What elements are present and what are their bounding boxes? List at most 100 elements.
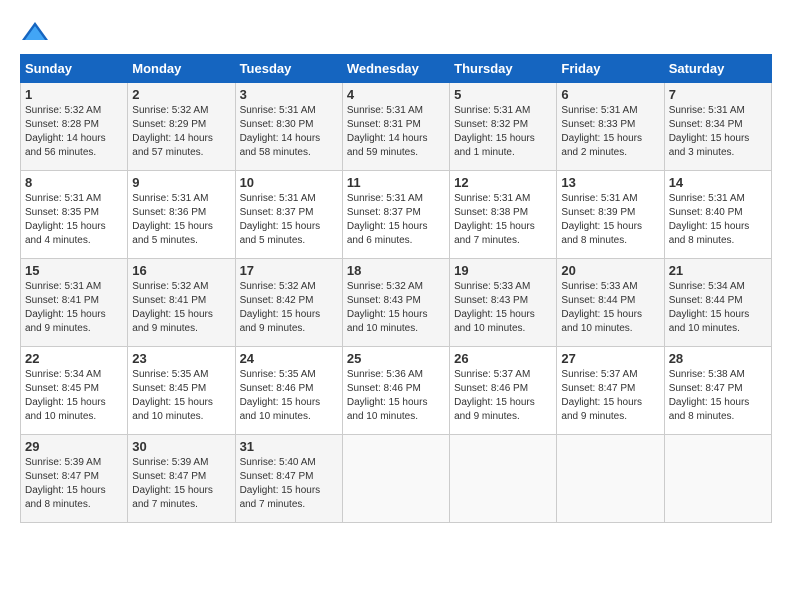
day-number: 13 (561, 175, 659, 190)
calendar-cell-20: 20Sunrise: 5:33 AM Sunset: 8:44 PM Dayli… (557, 259, 664, 347)
calendar-cell-25: 25 Sunrise: 5:36 AM Sunset: 8:46 PM Dayli… (342, 347, 449, 435)
calendar-cell-16: 16 Sunrise: 5:32 AM Sunset: 8:41 PM Dayli… (128, 259, 235, 347)
calendar-cell-29: 29 Sunrise: 5:39 AM Sunset: 8:47 PM Dayli… (21, 435, 128, 523)
calendar-week-1: 1 Sunrise: 5:32 AM Sunset: 8:28 PM Daylig… (21, 83, 772, 171)
calendar-cell-31: 31 Sunrise: 5:40 AM Sunset: 8:47 PM Dayli… (235, 435, 342, 523)
day-number: 30 (132, 439, 230, 454)
calendar-cell-empty (342, 435, 449, 523)
day-number: 29 (25, 439, 123, 454)
day-info: Sunrise: 5:34 AM Sunset: 8:44 PM Dayligh… (669, 280, 767, 336)
calendar-cell-30: 30 Sunrise: 5:39 AM Sunset: 8:47 PM Dayli… (128, 435, 235, 523)
day-info: Sunrise: 5:32 AM Sunset: 8:41 PM Dayligh… (132, 280, 230, 336)
calendar-cell-27: 27Sunrise: 5:37 AM Sunset: 8:47 PM Dayli… (557, 347, 664, 435)
weekday-header-thursday: Thursday (450, 55, 557, 83)
day-number: 4 (347, 87, 445, 102)
weekday-header-row: SundayMondayTuesdayWednesdayThursdayFrid… (21, 55, 772, 83)
day-number: 24 (240, 351, 338, 366)
day-number: 16 (132, 263, 230, 278)
day-number: 22 (25, 351, 123, 366)
weekday-header-tuesday: Tuesday (235, 55, 342, 83)
calendar-week-5: 29 Sunrise: 5:39 AM Sunset: 8:47 PM Dayli… (21, 435, 772, 523)
day-number: 8 (25, 175, 123, 190)
day-info: Sunrise: 5:38 AM Sunset: 8:47 PM Dayligh… (669, 368, 767, 424)
day-number: 6 (561, 87, 659, 102)
calendar-cell-17: 17 Sunrise: 5:32 AM Sunset: 8:42 PM Dayli… (235, 259, 342, 347)
day-info: Sunrise: 5:35 AM Sunset: 8:45 PM Dayligh… (132, 368, 230, 424)
day-info: Sunrise: 5:35 AM Sunset: 8:46 PM Dayligh… (240, 368, 338, 424)
calendar-cell-1: 1 Sunrise: 5:32 AM Sunset: 8:28 PM Daylig… (21, 83, 128, 171)
day-number: 25 (347, 351, 445, 366)
day-info: Sunrise: 5:31 AM Sunset: 8:33 PM Dayligh… (561, 104, 659, 160)
day-info: Sunrise: 5:31 AM Sunset: 8:34 PM Dayligh… (669, 104, 767, 160)
day-info: Sunrise: 5:32 AM Sunset: 8:43 PM Dayligh… (347, 280, 445, 336)
calendar-cell-8: 8 Sunrise: 5:31 AM Sunset: 8:35 PM Daylig… (21, 171, 128, 259)
day-number: 10 (240, 175, 338, 190)
calendar-cell-11: 11 Sunrise: 5:31 AM Sunset: 8:37 PM Dayli… (342, 171, 449, 259)
day-number: 11 (347, 175, 445, 190)
calendar-cell-empty (450, 435, 557, 523)
day-info: Sunrise: 5:34 AM Sunset: 8:45 PM Dayligh… (25, 368, 123, 424)
calendar-cell-10: 10 Sunrise: 5:31 AM Sunset: 8:37 PM Dayli… (235, 171, 342, 259)
day-number: 7 (669, 87, 767, 102)
day-number: 12 (454, 175, 552, 190)
day-info: Sunrise: 5:31 AM Sunset: 8:30 PM Dayligh… (240, 104, 338, 160)
calendar-week-3: 15Sunrise: 5:31 AM Sunset: 8:41 PM Dayli… (21, 259, 772, 347)
day-number: 23 (132, 351, 230, 366)
day-info: Sunrise: 5:31 AM Sunset: 8:37 PM Dayligh… (347, 192, 445, 248)
day-info: Sunrise: 5:32 AM Sunset: 8:42 PM Dayligh… (240, 280, 338, 336)
calendar-cell-22: 22 Sunrise: 5:34 AM Sunset: 8:45 PM Dayli… (21, 347, 128, 435)
day-info: Sunrise: 5:32 AM Sunset: 8:29 PM Dayligh… (132, 104, 230, 160)
calendar-week-4: 22 Sunrise: 5:34 AM Sunset: 8:45 PM Dayli… (21, 347, 772, 435)
calendar-cell-28: 28Sunrise: 5:38 AM Sunset: 8:47 PM Dayli… (664, 347, 771, 435)
calendar-week-2: 8 Sunrise: 5:31 AM Sunset: 8:35 PM Daylig… (21, 171, 772, 259)
day-number: 18 (347, 263, 445, 278)
calendar-cell-18: 18 Sunrise: 5:32 AM Sunset: 8:43 PM Dayli… (342, 259, 449, 347)
day-info: Sunrise: 5:31 AM Sunset: 8:36 PM Dayligh… (132, 192, 230, 248)
calendar-table: SundayMondayTuesdayWednesdayThursdayFrid… (20, 54, 772, 523)
calendar-cell-4: 4 Sunrise: 5:31 AM Sunset: 8:31 PM Daylig… (342, 83, 449, 171)
day-info: Sunrise: 5:31 AM Sunset: 8:39 PM Dayligh… (561, 192, 659, 248)
calendar-cell-7: 7 Sunrise: 5:31 AM Sunset: 8:34 PM Daylig… (664, 83, 771, 171)
day-info: Sunrise: 5:31 AM Sunset: 8:32 PM Dayligh… (454, 104, 552, 160)
day-number: 21 (669, 263, 767, 278)
day-number: 14 (669, 175, 767, 190)
calendar-cell-15: 15Sunrise: 5:31 AM Sunset: 8:41 PM Dayli… (21, 259, 128, 347)
day-info: Sunrise: 5:33 AM Sunset: 8:43 PM Dayligh… (454, 280, 552, 336)
day-number: 1 (25, 87, 123, 102)
day-info: Sunrise: 5:39 AM Sunset: 8:47 PM Dayligh… (132, 456, 230, 512)
day-number: 2 (132, 87, 230, 102)
calendar-cell-23: 23 Sunrise: 5:35 AM Sunset: 8:45 PM Dayli… (128, 347, 235, 435)
day-number: 17 (240, 263, 338, 278)
calendar-cell-9: 9Sunrise: 5:31 AM Sunset: 8:36 PM Daylig… (128, 171, 235, 259)
calendar-cell-21: 21 Sunrise: 5:34 AM Sunset: 8:44 PM Dayli… (664, 259, 771, 347)
day-info: Sunrise: 5:31 AM Sunset: 8:40 PM Dayligh… (669, 192, 767, 248)
page-header (20, 20, 772, 44)
day-number: 19 (454, 263, 552, 278)
day-number: 3 (240, 87, 338, 102)
day-info: Sunrise: 5:31 AM Sunset: 8:35 PM Dayligh… (25, 192, 123, 248)
day-info: Sunrise: 5:32 AM Sunset: 8:28 PM Dayligh… (25, 104, 123, 160)
weekday-header-saturday: Saturday (664, 55, 771, 83)
calendar-cell-6: 6 Sunrise: 5:31 AM Sunset: 8:33 PM Daylig… (557, 83, 664, 171)
day-number: 31 (240, 439, 338, 454)
weekday-header-sunday: Sunday (21, 55, 128, 83)
day-info: Sunrise: 5:31 AM Sunset: 8:38 PM Dayligh… (454, 192, 552, 248)
calendar-cell-24: 24 Sunrise: 5:35 AM Sunset: 8:46 PM Dayli… (235, 347, 342, 435)
day-info: Sunrise: 5:39 AM Sunset: 8:47 PM Dayligh… (25, 456, 123, 512)
day-number: 5 (454, 87, 552, 102)
day-info: Sunrise: 5:40 AM Sunset: 8:47 PM Dayligh… (240, 456, 338, 512)
calendar-cell-14: 14 Sunrise: 5:31 AM Sunset: 8:40 PM Dayli… (664, 171, 771, 259)
calendar-cell-3: 3 Sunrise: 5:31 AM Sunset: 8:30 PM Daylig… (235, 83, 342, 171)
calendar-cell-12: 12 Sunrise: 5:31 AM Sunset: 8:38 PM Dayli… (450, 171, 557, 259)
calendar-cell-5: 5 Sunrise: 5:31 AM Sunset: 8:32 PM Daylig… (450, 83, 557, 171)
day-info: Sunrise: 5:31 AM Sunset: 8:37 PM Dayligh… (240, 192, 338, 248)
day-number: 26 (454, 351, 552, 366)
day-number: 20 (561, 263, 659, 278)
calendar-cell-26: 26Sunrise: 5:37 AM Sunset: 8:46 PM Dayli… (450, 347, 557, 435)
day-info: Sunrise: 5:31 AM Sunset: 8:31 PM Dayligh… (347, 104, 445, 160)
day-info: Sunrise: 5:31 AM Sunset: 8:41 PM Dayligh… (25, 280, 123, 336)
day-info: Sunrise: 5:36 AM Sunset: 8:46 PM Dayligh… (347, 368, 445, 424)
weekday-header-monday: Monday (128, 55, 235, 83)
weekday-header-friday: Friday (557, 55, 664, 83)
calendar-cell-empty (664, 435, 771, 523)
